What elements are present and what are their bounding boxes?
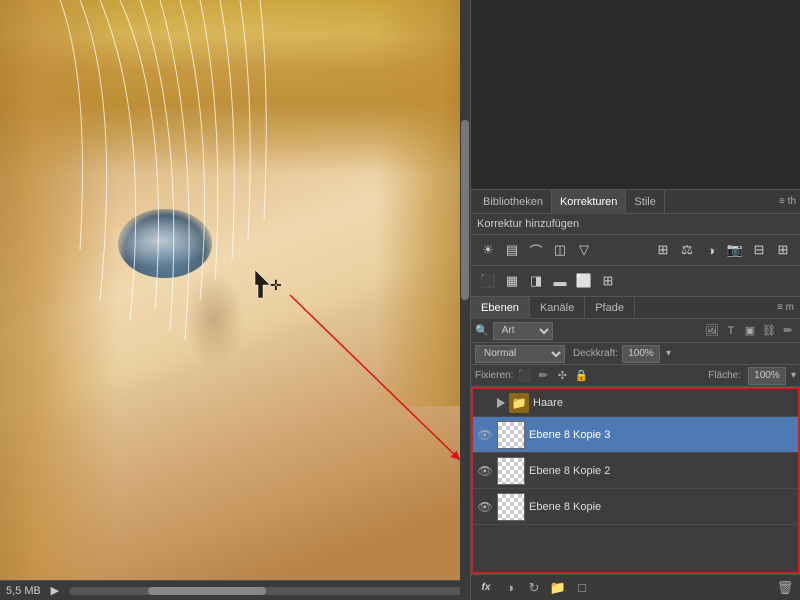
photo-icon[interactable]: 📷 [724,239,746,261]
brightness-icon[interactable]: ☀ [477,239,499,261]
layer-group-haare-name: Haare [533,397,794,409]
threshold-icon[interactable]: ◨ [525,270,547,292]
layers-list: 📁 Haare 👁 Ebene 8 Kopie 3 👁 Ebene 8 Kopi… [471,387,800,574]
eye-icon-ebene8kopie[interactable]: 👁 [477,499,493,515]
layer-name-ebene8kopie2: Ebene 8 Kopie 2 [529,465,794,477]
layer-name-ebene8kopie3: Ebene 8 Kopie 3 [529,429,794,441]
posterize-icon[interactable]: ▦ [501,270,523,292]
hsl-icon[interactable]: ⊞ [652,239,674,261]
canvas-bottom-bar: 5,5 MB ▶ [0,580,470,600]
filter-img-icon[interactable]: 🖼 [704,323,720,339]
bw-icon[interactable]: ◑ [700,239,722,261]
tab-pfade[interactable]: Pfade [585,297,635,319]
fix-move-icon[interactable]: ⬛ [516,368,532,384]
scrollbar-thumb-v [461,120,469,300]
filter-text-icon[interactable]: T [723,323,739,339]
fix-position-icon[interactable]: ✣ [554,368,570,384]
curves-icon[interactable]: ⌒ [525,239,547,261]
blend-mode-select[interactable]: Normal [475,345,565,363]
correction-icons: ☀ ▤ ⌒ ◫ ▽ ⊞ ⚖ ◑ 📷 ⊟ ⊞ [471,235,800,266]
fix-label: Fixieren: [475,370,513,381]
grid-icon[interactable]: ⊞ [597,270,619,292]
layer-filter-row: 🔍 Art 🖼 T ▣ ⛓ ✏ [471,319,800,343]
eye-icon-ebene8kopie2[interactable]: 👁 [477,463,493,479]
layers-panel-menu[interactable]: ≡ m [771,297,800,318]
adjustment-button[interactable]: ↻ [525,579,543,597]
layer-filter-icons: 🖼 T ▣ ⛓ ✏ [704,323,796,339]
layer-thumb-ebene8kopie [497,493,525,521]
flache-dropdown-icon[interactable]: ▾ [791,370,796,381]
levels-icon[interactable]: ▤ [501,239,523,261]
tab-stile[interactable]: Stile [626,190,664,214]
correction-icons-2: ⬛ ▦ ◨ ▬ ⬜ ⊞ [471,266,800,297]
colorbalance-icon[interactable]: ⚖ [676,239,698,261]
layer-item-ebene8kopie2[interactable]: 👁 Ebene 8 Kopie 2 [473,453,798,489]
fix-brush-icon[interactable]: ✏ [535,368,551,384]
triangle-icon[interactable]: ▽ [573,239,595,261]
tab-bibliotheken[interactable]: Bibliotheken [475,190,552,214]
eye-icon-ebene8kopie3[interactable]: 👁 [477,427,493,443]
scroll-track-h[interactable] [69,587,464,595]
layer-thumb-ebene8kopie2 [497,457,525,485]
fix-row: Fixieren: ⬛ ✏ ✣ 🔒 Fläche: 100% ▾ [471,365,800,387]
new-layer-button[interactable]: □ [573,579,591,597]
opacity-dropdown-icon[interactable]: ▾ [666,348,671,359]
panel-menu-btn[interactable]: ≡ th [779,196,796,207]
blend-mode-row: Normal Deckkraft: 100% ▾ [471,343,800,365]
layer-type-select[interactable]: Art [493,322,553,340]
right-panel: Bibliotheken Korrekturen Stile ≡ th Korr… [470,0,800,600]
layer-group-haare[interactable]: 📁 Haare [473,389,798,417]
histogram-panel [471,0,800,190]
delete-layer-button[interactable]: 🗑 [776,579,794,597]
layer-name-ebene8kopie: Ebene 8 Kopie [529,501,794,513]
canvas-image: ✛ [0,0,470,580]
fx-button[interactable]: fx [477,579,495,597]
layer-item-ebene8kopie3[interactable]: 👁 Ebene 8 Kopie 3 [473,417,798,453]
scroll-thumb-h [148,587,267,595]
filter-adjust-icon[interactable]: ▣ [742,323,758,339]
eye-icon-haare[interactable] [477,395,493,411]
layers-tabs: Ebenen Kanäle Pfade ≡ m [471,297,800,319]
corrections-header: Korrektur hinzufügen [471,214,800,235]
canvas-area: ✛ 5,5 MB ▶ [0,0,470,600]
add-mask-button[interactable]: ◑ [501,579,519,597]
status-text: 5,5 MB [6,585,41,597]
gradient-icon[interactable]: ▬ [549,270,571,292]
opacity-value[interactable]: 100% [622,345,660,363]
opacity-label: Deckkraft: [573,348,618,359]
layers-bottom-toolbar: fx ◑ ↻ 📁 □ 🗑 [471,574,800,600]
channelmixer-icon[interactable]: ⊟ [748,239,770,261]
tab-korrekturen[interactable]: Korrekturen [552,190,626,214]
tab-ebenen[interactable]: Ebenen [471,297,530,319]
search-icon: 🔍 [475,324,489,337]
tab-kanaele[interactable]: Kanäle [530,297,585,319]
layer-thumb-ebene8kopie3 [497,421,525,449]
exposure-icon[interactable]: ◫ [549,239,571,261]
selective-icon[interactable]: ⬜ [573,270,595,292]
expand-icon-haare[interactable] [497,398,505,408]
flache-value[interactable]: 100% [748,367,786,385]
layer-item-ebene8kopie[interactable]: 👁 Ebene 8 Kopie [473,489,798,525]
new-group-button[interactable]: 📁 [549,579,567,597]
flache-label: Fläche: [708,370,741,381]
filter-chain-icon[interactable]: ⛓ [761,323,777,339]
filter-pencil-icon[interactable]: ✏ [780,323,796,339]
folder-icon-haare: 📁 [509,393,529,413]
fix-lock-icon[interactable]: 🔒 [573,368,589,384]
invert-icon[interactable]: ⬛ [477,270,499,292]
play-button[interactable]: ▶ [49,585,61,597]
top-tabs-row: Bibliotheken Korrekturen Stile ≡ th [471,190,800,214]
colorsearch-icon[interactable]: ⊞ [772,239,794,261]
scrollbar-v[interactable] [460,0,470,600]
